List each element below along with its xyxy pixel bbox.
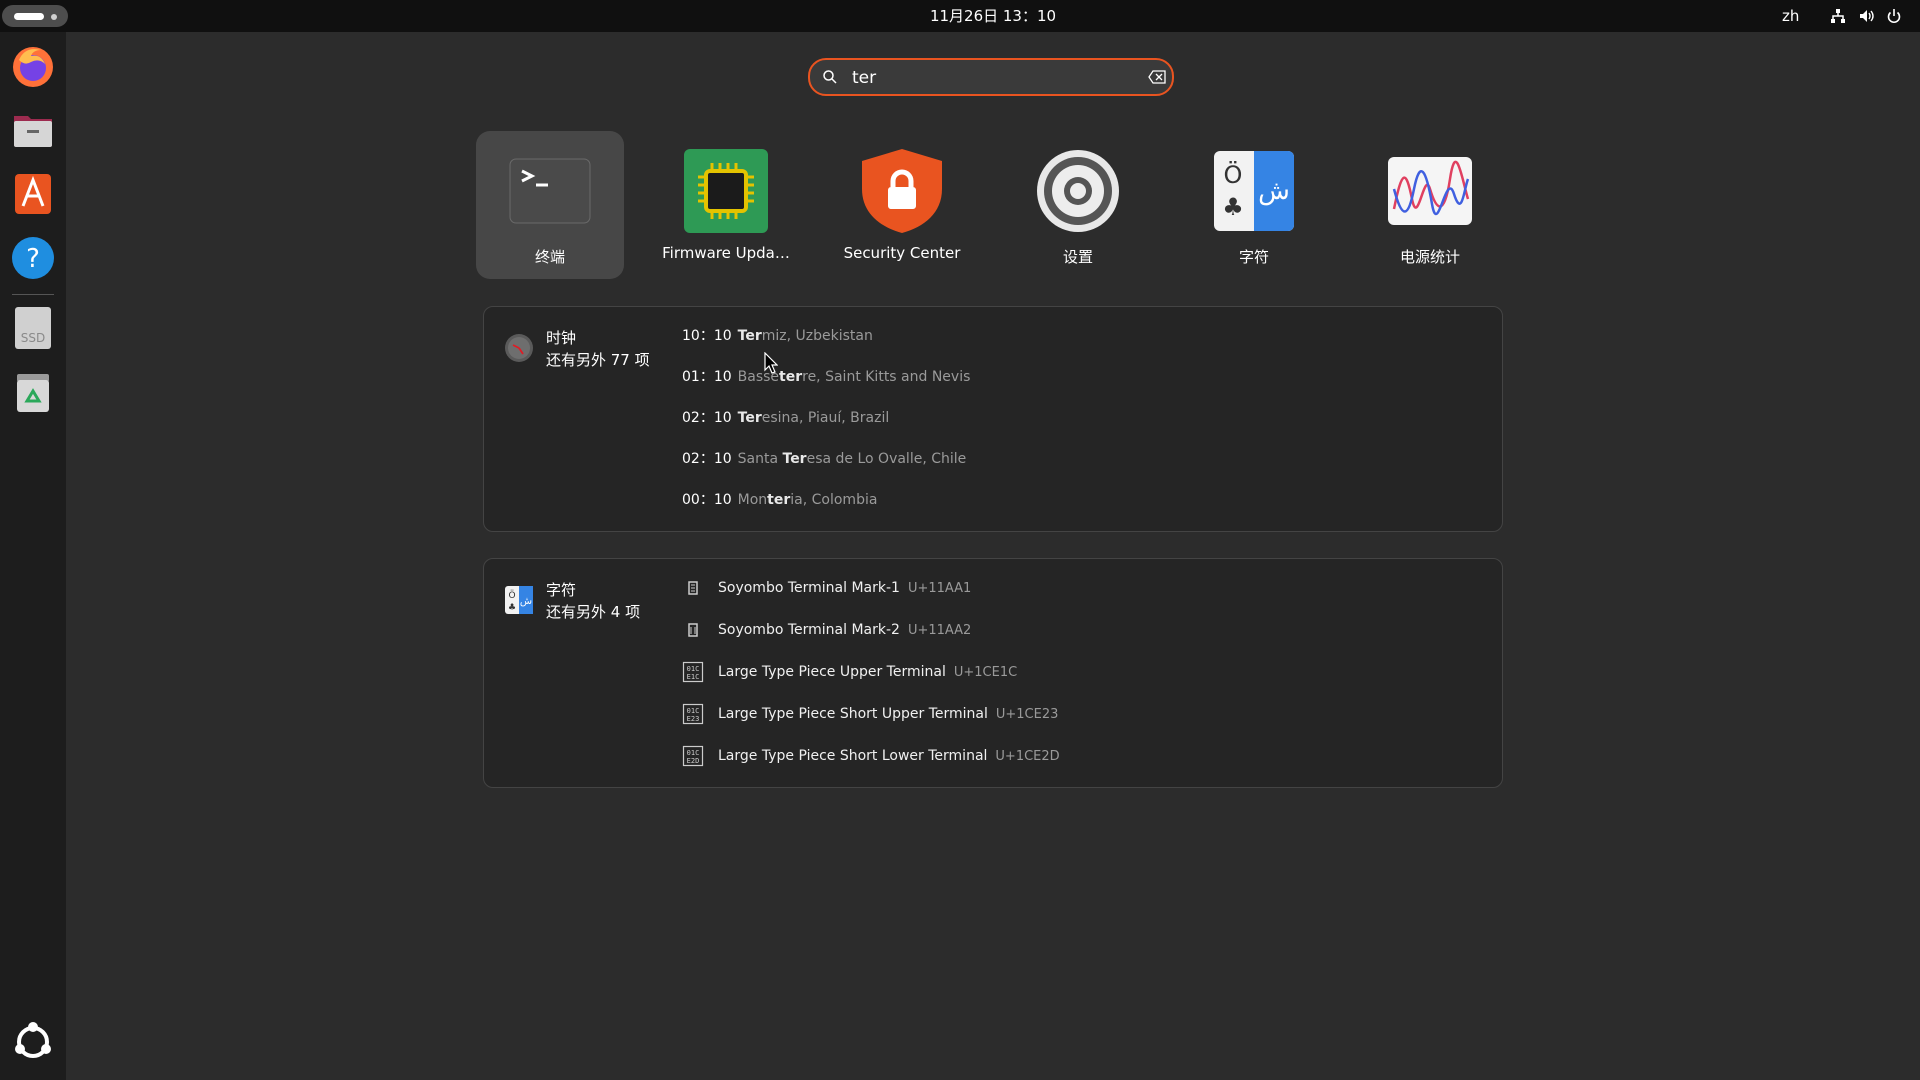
svg-text:Ö: Ö [1224,160,1243,189]
app-characters[interactable]: Ö ♣ ش 字符 [1180,131,1328,279]
clock-result-row[interactable]: 10：10 Termiz, Uzbekistan [682,324,873,348]
clock-result-row[interactable]: 02：10 Santa Teresa de Lo Ovalle, Chile [682,447,966,471]
result-location: Termiz, Uzbekistan [737,328,873,344]
character-code: U+1CE2D [995,749,1060,764]
characters-results-panel: Ö ♣ ش 字符 还有另外 4 项 Soyombo Terminal Mark-… [483,558,1503,788]
character-name: Large Type Piece Short Upper Terminal [718,706,988,722]
firmware-chip-icon [684,149,768,233]
character-code: U+11AA1 [907,581,972,596]
svg-text:E2D: E2D [687,757,700,765]
result-time: 10：10 [682,328,732,344]
missing-glyph-box-icon: 01CE1C [682,661,704,683]
firefox-icon[interactable] [9,42,57,90]
character-result-row[interactable]: 01C E2D Large Type Piece Short Lower Termi… [682,743,1060,769]
svg-text:ش: ش [520,596,532,607]
provider-name[interactable]: 字符 [546,579,576,600]
character-name: Large Type Piece Short Lower Terminal [718,748,988,764]
app-center-icon[interactable] [9,170,57,218]
character-result-row[interactable]: 01C E1C Large Type Piece Upper Terminal U+1… [682,659,1017,685]
ssd-drive-icon[interactable]: SSD [9,304,57,352]
app-label: Firmware Upda… [662,244,790,262]
missing-glyph-box-icon: 01CE23 [682,703,704,725]
svg-text:♣: ♣ [508,603,516,613]
app-label: 设置 [1062,248,1093,266]
app-security-center[interactable]: Security Center [828,131,976,279]
svg-text:♣: ♣ [1222,193,1244,221]
power-statistics-icon [1388,157,1472,225]
dock: ? SSD [0,32,66,1080]
missing-glyph-box-icon: 01CE2D [682,745,704,767]
character-code: U+11AA2 [907,623,972,638]
svg-text:01C: 01C [687,665,700,673]
search-input[interactable] [850,64,1124,92]
characters-icon[interactable]: Ö ♣ ش [504,585,534,615]
character-result-row[interactable]: Soyombo Terminal Mark-1 U+11AA1 [682,575,971,601]
top-bar: 11月26日 13：10 zh [0,0,1920,32]
provider-name[interactable]: 时钟 [546,327,576,348]
volume-icon[interactable] [1859,8,1875,24]
character-code: U+1CE1C [953,665,1018,680]
svg-text:01C: 01C [687,707,700,715]
input-language-indicator[interactable]: zh [1782,0,1799,32]
svg-text:SSD: SSD [21,331,45,345]
svg-text:E23: E23 [687,715,700,723]
app-firmware-updater[interactable]: Firmware Upda… [652,131,800,279]
result-time: 02：10 [682,410,732,426]
mouse-pointer-icon [764,352,778,374]
clock-result-row[interactable]: 00：10 Monteria, Colombia [682,488,877,512]
app-power-statistics[interactable]: 电源统计 [1356,131,1504,279]
character-result-row[interactable]: 01C E23 Large Type Piece Short Upper Termi… [682,701,1058,727]
character-name: Large Type Piece Upper Terminal [718,664,946,680]
search-bar[interactable] [808,58,1174,96]
clock-icon[interactable] [504,333,534,363]
provider-more-count[interactable]: 还有另外 77 项 [546,349,650,370]
provider-more-count[interactable]: 还有另外 4 项 [546,601,640,622]
network-icon[interactable] [1830,8,1846,24]
help-icon[interactable]: ? [9,234,57,282]
result-location: Monteria, Colombia [737,492,878,508]
svg-text:01C: 01C [687,749,700,757]
date-time[interactable]: 11月26日 13：10 [0,0,1920,32]
svg-text:E1C: E1C [687,673,700,681]
clear-search-icon[interactable] [1148,70,1166,84]
app-label: 电源统计 [1399,248,1460,266]
result-time: 02：10 [682,451,732,467]
clock-result-row[interactable]: 02：10 Teresina, Piauí, Brazil [682,406,889,430]
result-location: Santa Teresa de Lo Ovalle, Chile [737,451,967,467]
app-label: 字符 [1238,248,1269,266]
terminal-icon [509,158,591,224]
search-icon [823,70,837,84]
characters-icon: Ö ♣ ش [1214,151,1294,231]
app-terminal[interactable]: 终端 [476,131,624,279]
app-settings[interactable]: 设置 [1004,131,1152,279]
gear-icon [1037,150,1119,232]
character-code: U+1CE23 [995,707,1059,722]
character-result-row[interactable]: Soyombo Terminal Mark-2 U+11AA2 [682,617,971,643]
character-name: Soyombo Terminal Mark-2 [718,622,900,638]
svg-text:?: ? [26,244,40,274]
result-location: Teresina, Piauí, Brazil [737,410,890,426]
dock-separator [12,294,54,295]
show-apps-icon[interactable] [9,1018,57,1066]
result-time: 00：10 [682,492,732,508]
svg-text:ش: ش [1258,176,1290,206]
power-icon[interactable] [1886,8,1902,24]
trash-icon[interactable] [9,368,57,416]
shield-lock-icon [862,149,942,233]
files-icon[interactable] [9,106,57,154]
soyombo-glyph-icon [688,581,698,595]
result-time: 01：10 [682,369,732,385]
soyombo-glyph-icon [688,623,698,637]
clock-result-row[interactable]: 01：10 Basseterre, Saint Kitts and Nevis [682,365,970,389]
clock-results-panel: 时钟 还有另外 77 项 10：10 Termiz, Uzbekistan 01：… [483,306,1503,532]
character-name: Soyombo Terminal Mark-1 [718,580,900,596]
svg-text:Ö: Ö [508,590,515,601]
app-label: Security Center [843,244,961,262]
app-label: 终端 [534,248,565,266]
